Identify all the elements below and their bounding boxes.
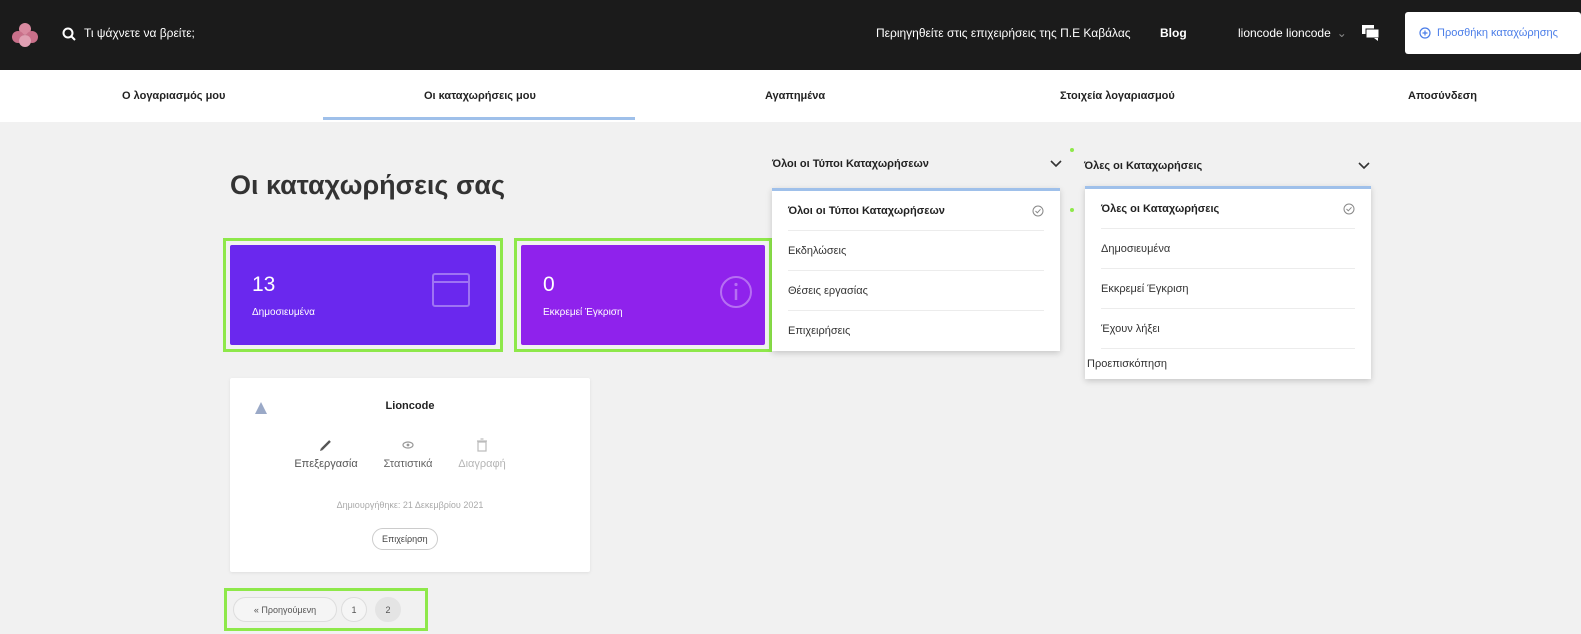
check-circle-icon <box>1032 205 1044 216</box>
type-option-businesses[interactable]: Επιχειρήσεις <box>788 311 1044 351</box>
delete-label: Διαγραφή <box>458 458 506 470</box>
search-icon[interactable] <box>62 27 76 41</box>
eye-icon <box>402 441 414 449</box>
user-name: lioncode lioncode <box>1238 26 1331 40</box>
tab-logout[interactable]: Αποσύνδεση <box>1408 90 1477 102</box>
option-label: Έχουν λήξει <box>1101 322 1160 335</box>
status-filter-selected: Όλες οι Καταχωρήσεις <box>1084 160 1203 172</box>
page-title: Οι καταχωρήσεις σας <box>230 170 506 200</box>
user-menu[interactable]: lioncode lioncode ⌄ <box>1238 26 1347 40</box>
type-filter-select[interactable]: Όλοι οι Τύποι Καταχωρήσεων <box>772 144 1066 184</box>
status-option-published[interactable]: Δημοσιευμένα <box>1101 229 1355 269</box>
type-option-all[interactable]: Όλοι οι Τύποι Καταχωρήσεων <box>788 191 1044 231</box>
stat-card-pending[interactable]: 0 Εκκρεμεί Έγκριση <box>514 238 772 352</box>
site-logo-icon[interactable] <box>10 22 40 48</box>
chat-icon[interactable] <box>1362 25 1380 41</box>
browse-businesses-link[interactable]: Περιηγηθείτε στις επιχειρήσεις της Π.Ε Κ… <box>876 26 1131 40</box>
plus-circle-icon <box>1419 27 1431 39</box>
status-filter-menu: Όλες οι Καταχωρήσεις Δημοσιευμένα Εκκρεμ… <box>1085 186 1371 379</box>
trash-icon <box>477 438 487 452</box>
option-label: Όλοι οι Τύποι Καταχωρήσεων <box>788 204 945 217</box>
highlight-marker <box>1070 208 1074 212</box>
stats-button[interactable]: Στατιστικά <box>376 438 440 470</box>
option-label: Θέσεις εργασίας <box>788 284 868 297</box>
status-option-expired[interactable]: Έχουν λήξει <box>1101 309 1355 349</box>
listing-card: Lioncode Επεξεργασία Στατιστικά Διαγραφή… <box>230 378 590 572</box>
type-filter-selected: Όλοι οι Τύποι Καταχωρήσεων <box>772 158 929 170</box>
chevron-down-icon: ⌄ <box>1336 26 1347 40</box>
chevron-down-icon <box>1050 160 1062 168</box>
status-option-all[interactable]: Όλες οι Καταχωρήσεις <box>1101 189 1355 229</box>
chevron-down-icon <box>1358 162 1370 170</box>
page-button-1[interactable]: 1 <box>341 597 367 622</box>
active-tab-indicator <box>323 117 635 120</box>
listing-type-badge[interactable]: Επιχείρηση <box>372 528 438 550</box>
pagination: « Προηγούμενη 1 2 <box>224 588 428 631</box>
option-label: Δημοσιευμένα <box>1101 242 1171 255</box>
option-label: Όλες οι Καταχωρήσεις <box>1101 202 1220 215</box>
tab-favorites[interactable]: Αγαπημένα <box>765 90 825 102</box>
top-bar: Τι ψάχνετε να βρείτε; Περιηγηθείτε στις … <box>0 0 1581 70</box>
edit-label: Επεξεργασία <box>294 458 358 470</box>
status-option-preview[interactable]: Προεπισκόπηση <box>1087 349 1355 379</box>
tab-my-account[interactable]: Ο λογαριασμός μου <box>122 90 225 102</box>
stat-card-published[interactable]: 13 Δημοσιευμένα <box>223 238 503 352</box>
option-label: Εκδηλώσεις <box>788 244 847 257</box>
browser-window-icon <box>432 273 470 307</box>
stats-label: Στατιστικά <box>383 458 433 470</box>
stat-value: 13 <box>252 273 276 296</box>
info-icon <box>720 276 752 308</box>
highlight-marker <box>1070 148 1074 152</box>
status-filter-select[interactable]: Όλες οι Καταχωρήσεις <box>1084 146 1376 186</box>
check-circle-icon <box>1343 203 1355 214</box>
tab-account-details[interactable]: Στοιχεία λογαριασμού <box>1060 90 1175 102</box>
account-nav: Ο λογαριασμός μου Οι καταχωρήσεις μου Αγ… <box>0 70 1581 122</box>
stat-label: Εκκρεμεί Έγκριση <box>543 307 623 318</box>
page-button-2[interactable]: 2 <box>375 597 401 622</box>
blog-link[interactable]: Blog <box>1160 26 1187 40</box>
type-option-jobs[interactable]: Θέσεις εργασίας <box>788 271 1044 311</box>
delete-button[interactable]: Διαγραφή <box>450 438 514 470</box>
status-option-pending[interactable]: Εκκρεμεί Έγκριση <box>1101 269 1355 309</box>
add-listing-label: Προσθήκη καταχώρησης <box>1437 27 1558 39</box>
stat-label: Δημοσιευμένα <box>252 307 315 318</box>
edit-button[interactable]: Επεξεργασία <box>286 438 366 470</box>
previous-page-button[interactable]: « Προηγούμενη <box>233 597 337 622</box>
stat-value: 0 <box>543 273 555 296</box>
created-date: Δημιουργήθηκε: 21 Δεκεμβρίου 2021 <box>336 500 484 510</box>
option-label: Επιχειρήσεις <box>788 325 851 337</box>
search-input[interactable]: Τι ψάχνετε να βρείτε; <box>84 26 195 40</box>
tab-my-listings[interactable]: Οι καταχωρήσεις μου <box>424 90 536 102</box>
option-label: Προεπισκόπηση <box>1087 358 1167 370</box>
listing-name[interactable]: Lioncode <box>230 400 590 412</box>
pencil-icon <box>320 440 331 451</box>
option-label: Εκκρεμεί Έγκριση <box>1101 282 1189 295</box>
add-listing-button[interactable]: Προσθήκη καταχώρησης <box>1405 12 1581 54</box>
type-filter-menu: Όλοι οι Τύποι Καταχωρήσεων Εκδηλώσεις Θέ… <box>772 188 1060 351</box>
type-option-events[interactable]: Εκδηλώσεις <box>788 231 1044 271</box>
